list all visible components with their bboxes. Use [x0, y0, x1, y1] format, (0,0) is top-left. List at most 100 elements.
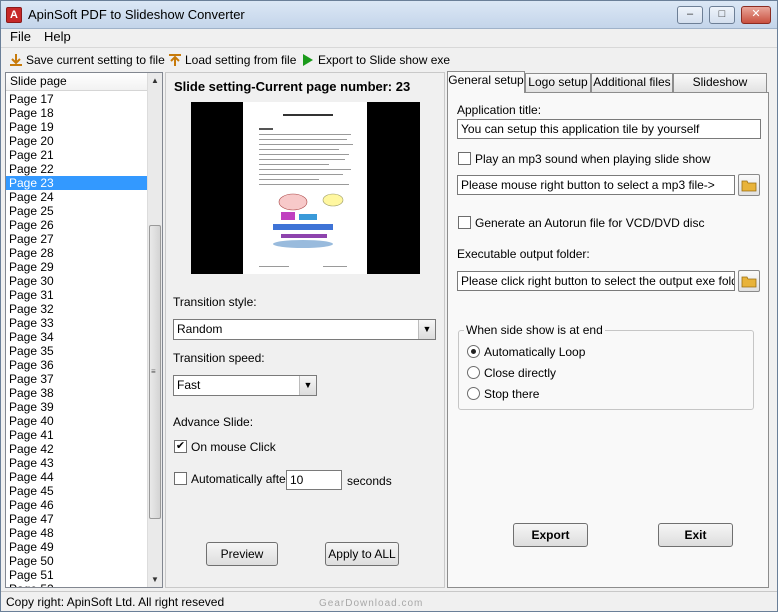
export-button[interactable]: Export: [513, 523, 588, 547]
list-item[interactable]: Page 19: [6, 120, 148, 134]
list-item[interactable]: Page 30: [6, 274, 148, 288]
radio-automatically-loop-label[interactable]: Automatically Loop: [484, 345, 585, 359]
list-item[interactable]: Page 39: [6, 400, 148, 414]
list-item[interactable]: Page 49: [6, 540, 148, 554]
on-mouse-click-label[interactable]: On mouse Click: [191, 440, 276, 454]
window-title: ApinSoft PDF to Slideshow Converter: [28, 7, 245, 22]
auto-advance-checkbox[interactable]: [174, 472, 187, 485]
list-item[interactable]: Page 42: [6, 442, 148, 456]
menu-file[interactable]: File: [10, 29, 31, 45]
chevron-down-icon[interactable]: ▼: [299, 376, 316, 395]
autorun-checkbox[interactable]: [458, 216, 471, 229]
list-item[interactable]: Page 45: [6, 484, 148, 498]
general-setup-panel: Application title: You can setup this ap…: [447, 92, 769, 588]
list-item[interactable]: Page 23: [6, 176, 148, 190]
save-setting-button[interactable]: Save current setting to file: [9, 51, 165, 69]
mp3-label[interactable]: Play an mp3 sound when playing slide sho…: [475, 152, 710, 166]
toolbar: Save current setting to file Load settin…: [1, 47, 777, 71]
end-behavior-group: When side show is at end Automatically L…: [458, 323, 754, 410]
list-item[interactable]: Page 37: [6, 372, 148, 386]
list-item[interactable]: Page 32: [6, 302, 148, 316]
list-item[interactable]: Page 31: [6, 288, 148, 302]
save-arrow-icon: [10, 54, 22, 66]
list-header[interactable]: Slide page: [6, 73, 148, 91]
menu-bar: File Help: [1, 29, 777, 47]
tab-logo-setup[interactable]: Logo setup: [525, 73, 591, 92]
slide-page-list[interactable]: Slide page Page 17 Page 18 Page 19 Page 20 P…: [5, 72, 163, 588]
folder-icon: [741, 180, 757, 192]
autorun-label[interactable]: Generate an Autorun file for VCD/DVD dis…: [475, 216, 704, 230]
list-item[interactable]: Page 36: [6, 358, 148, 372]
browse-output-button[interactable]: [738, 270, 760, 292]
list-item[interactable]: Page 18: [6, 106, 148, 120]
list-item[interactable]: Page 35: [6, 344, 148, 358]
preview-button[interactable]: Preview: [206, 542, 278, 566]
list-item[interactable]: Page 44: [6, 470, 148, 484]
app-title-input[interactable]: You can setup this application tile by y…: [457, 119, 761, 139]
tab-additional-files[interactable]: Additional files: [591, 73, 673, 92]
list-item[interactable]: Page 43: [6, 456, 148, 470]
folder-icon: [741, 276, 757, 288]
radio-close-directly-label[interactable]: Close directly: [484, 366, 556, 380]
load-arrow-icon: [169, 54, 181, 66]
list-item[interactable]: Page 28: [6, 246, 148, 260]
apply-to-all-button[interactable]: Apply to ALL: [325, 542, 399, 566]
tab-general-setup[interactable]: General setup: [447, 71, 525, 93]
slide-setting-panel: Slide setting-Current page number: 23 Tr…: [165, 72, 445, 588]
on-mouse-click-checkbox[interactable]: ✔: [174, 440, 187, 453]
end-behavior-legend: When side show is at end: [464, 323, 605, 337]
title-bar[interactable]: A ApinSoft PDF to Slideshow Converter – …: [1, 1, 777, 29]
list-item[interactable]: Page 41: [6, 428, 148, 442]
list-item[interactable]: Page 46: [6, 498, 148, 512]
transition-style-label: Transition style:: [173, 295, 257, 309]
output-folder-input[interactable]: Please click right button to select the …: [457, 271, 735, 291]
list-item[interactable]: Page 47: [6, 512, 148, 526]
maximize-button[interactable]: □: [709, 6, 735, 24]
scroll-down-icon[interactable]: ▼: [148, 572, 162, 587]
list-item[interactable]: Page 33: [6, 316, 148, 330]
list-item[interactable]: Page 27: [6, 232, 148, 246]
list-item[interactable]: Page 50: [6, 554, 148, 568]
export-exe-button[interactable]: Export to Slide show exe: [301, 51, 450, 69]
list-item[interactable]: Page 52: [6, 582, 148, 587]
auto-seconds-input[interactable]: 10: [286, 470, 342, 490]
list-item[interactable]: Page 25: [6, 204, 148, 218]
copyright-text: Copy right: ApinSoft Ltd. All right rese…: [6, 595, 225, 609]
radio-stop-there[interactable]: [467, 387, 480, 400]
list-item[interactable]: Page 34: [6, 330, 148, 344]
list-item[interactable]: Page 24: [6, 190, 148, 204]
radio-close-directly[interactable]: [467, 366, 480, 379]
load-setting-button[interactable]: Load setting from file: [168, 51, 296, 69]
auto-advance-label[interactable]: Automatically after: [191, 472, 290, 486]
transition-speed-label: Transition speed:: [173, 351, 265, 365]
advance-slide-label: Advance Slide:: [173, 415, 254, 429]
mp3-checkbox[interactable]: [458, 152, 471, 165]
list-item[interactable]: Page 20: [6, 134, 148, 148]
pdf-app-icon: A: [6, 7, 22, 23]
exit-button[interactable]: Exit: [658, 523, 733, 547]
list-scrollbar[interactable]: ▲ ≡ ▼: [147, 73, 162, 587]
list-item[interactable]: Page 22: [6, 162, 148, 176]
close-button[interactable]: ✕: [741, 6, 771, 24]
list-item[interactable]: Page 21: [6, 148, 148, 162]
transition-speed-select[interactable]: Fast ▼: [173, 375, 317, 396]
list-item[interactable]: Page 48: [6, 526, 148, 540]
radio-automatically-loop[interactable]: [467, 345, 480, 358]
mp3-file-input[interactable]: Please mouse right button to select a mp…: [457, 175, 735, 195]
list-item[interactable]: Page 17: [6, 92, 148, 106]
tab-slideshow-control[interactable]: Slideshow control: [673, 73, 767, 106]
radio-stop-there-label[interactable]: Stop there: [484, 387, 539, 401]
list-item[interactable]: Page 29: [6, 260, 148, 274]
transition-speed-value: Fast: [177, 378, 201, 392]
chevron-down-icon[interactable]: ▼: [418, 320, 435, 339]
scroll-up-icon[interactable]: ▲: [148, 73, 162, 88]
load-setting-label: Load setting from file: [185, 53, 297, 67]
list-item[interactable]: Page 40: [6, 414, 148, 428]
list-item[interactable]: Page 26: [6, 218, 148, 232]
list-item[interactable]: Page 38: [6, 386, 148, 400]
browse-mp3-button[interactable]: [738, 174, 760, 196]
menu-help[interactable]: Help: [44, 29, 71, 45]
minimize-button[interactable]: –: [677, 6, 703, 24]
transition-style-select[interactable]: Random ▼: [173, 319, 436, 340]
list-item[interactable]: Page 51: [6, 568, 148, 582]
